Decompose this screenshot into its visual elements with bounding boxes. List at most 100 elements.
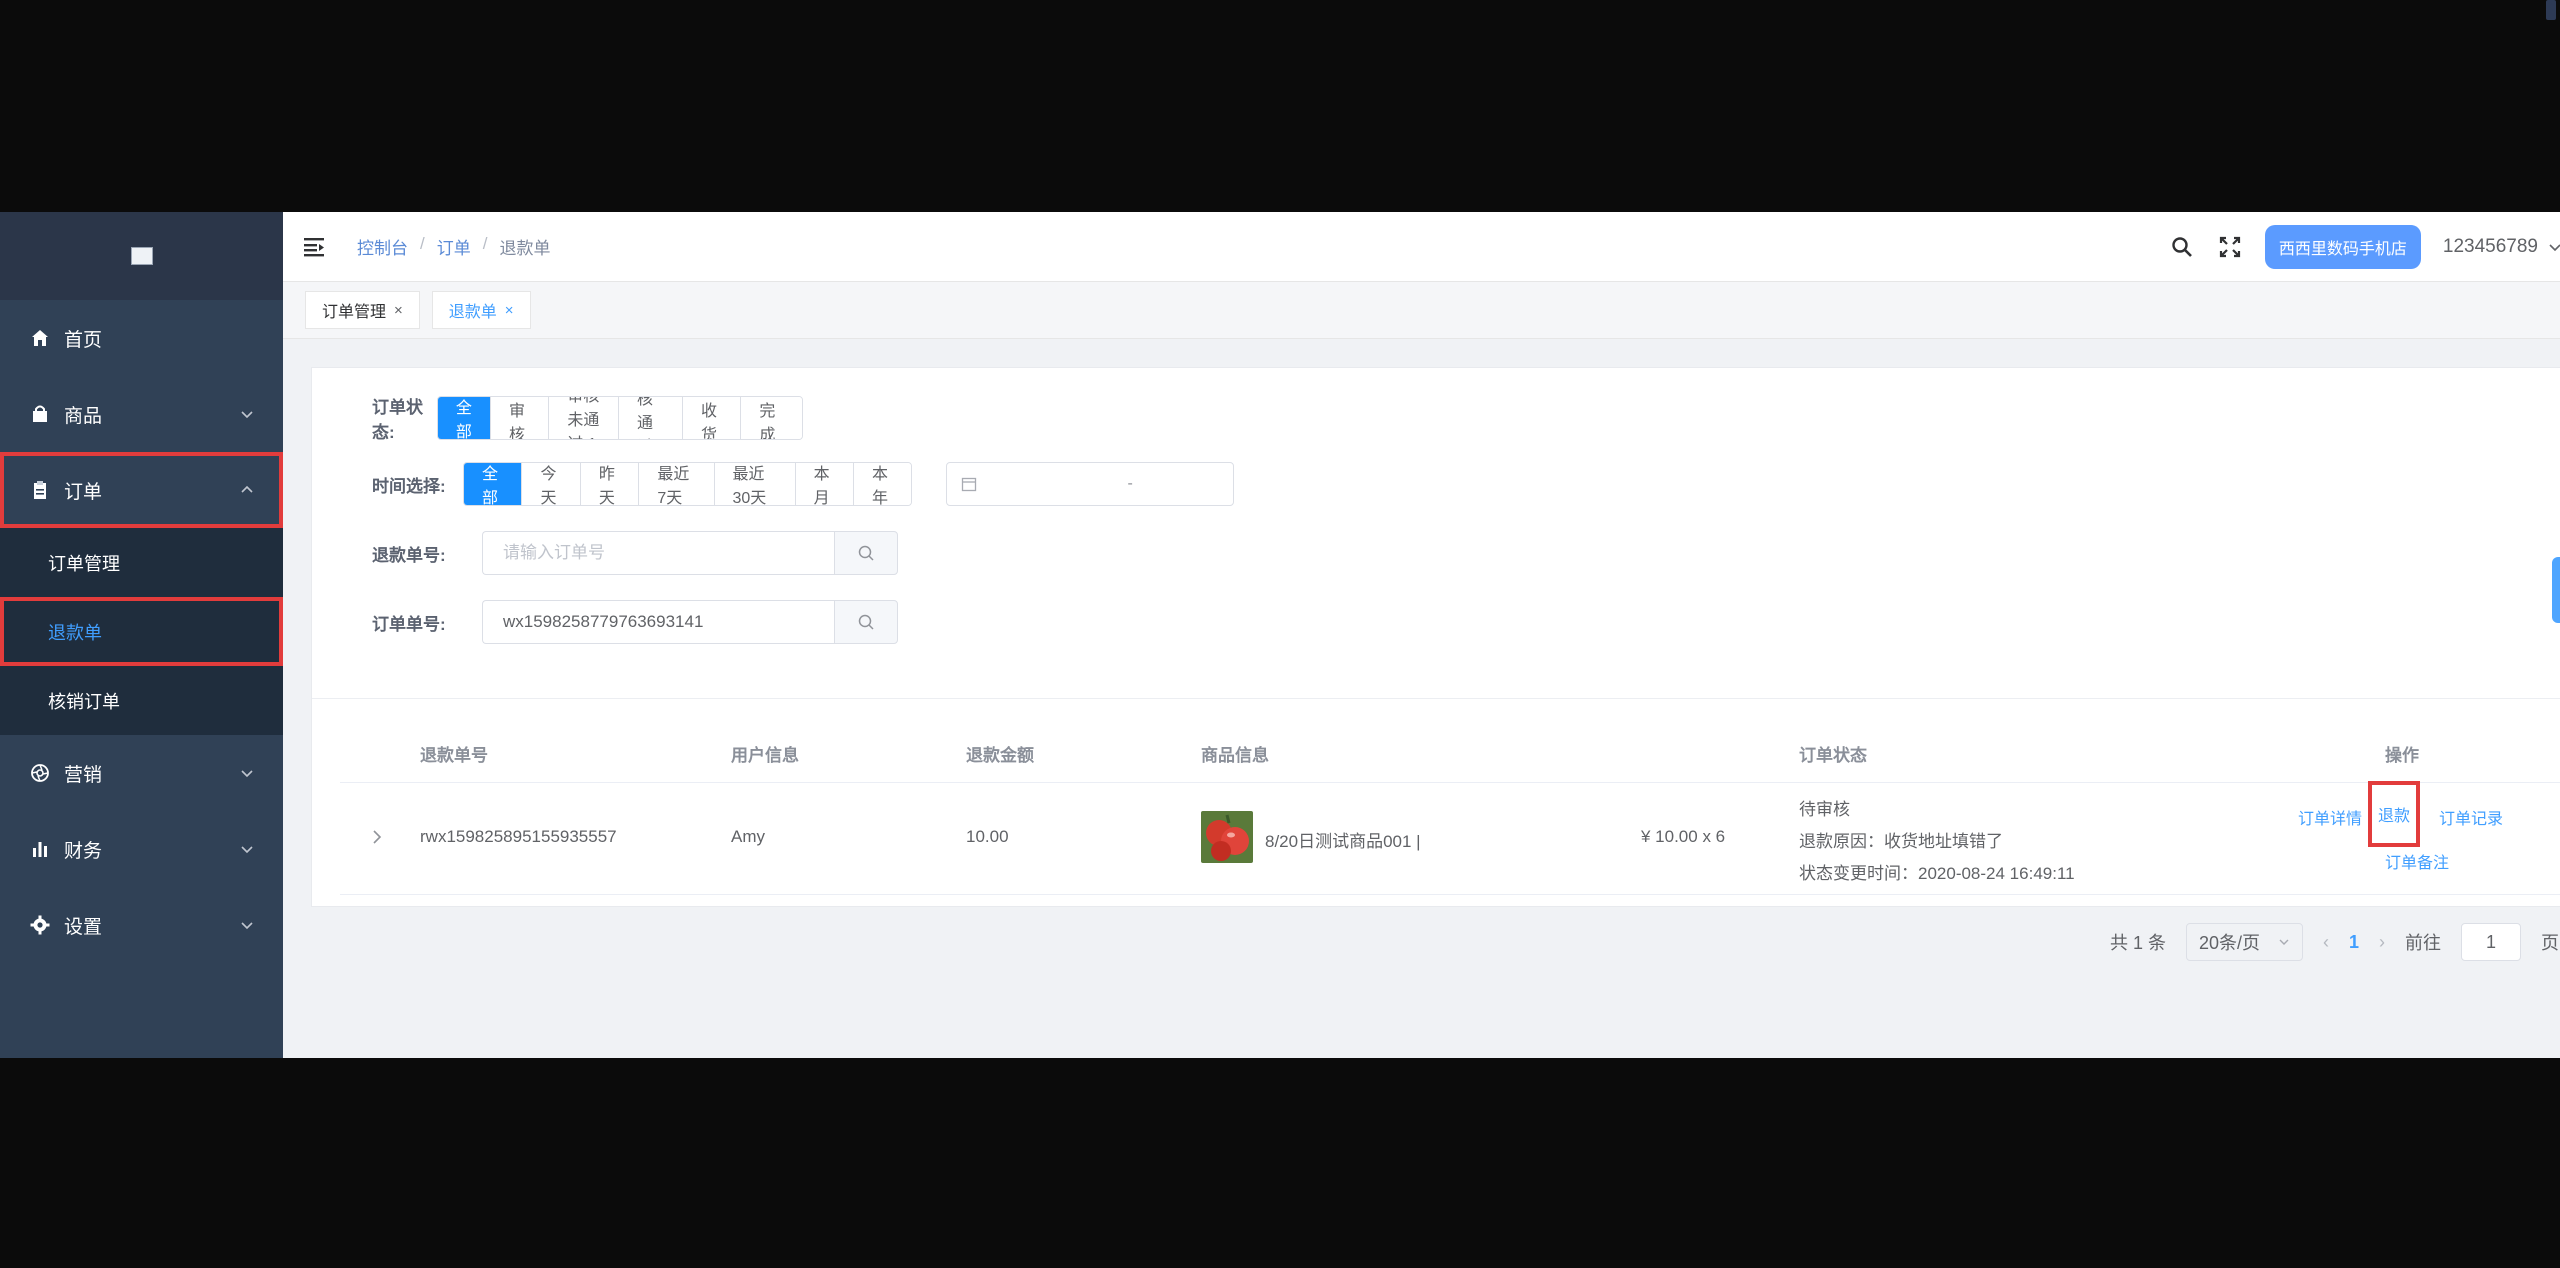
clipboard-icon xyxy=(28,480,52,500)
order-no-row: 订单单号: xyxy=(372,600,898,644)
sidebar-item-label: 财务 xyxy=(64,840,103,862)
search-icon[interactable] xyxy=(2169,234,2195,260)
close-icon[interactable]: × xyxy=(394,302,403,319)
chevron-right-icon[interactable] xyxy=(370,827,384,847)
fullscreen-icon[interactable] xyxy=(2217,234,2243,260)
time-option-30days[interactable]: 最近30天 xyxy=(714,463,796,505)
time-option-month[interactable]: 本月 xyxy=(795,463,855,505)
sidebar-subitem-refund[interactable]: 退款单 xyxy=(0,597,283,666)
page-size-select[interactable]: 20条/页 xyxy=(2185,923,2303,961)
order-no-search xyxy=(482,600,898,644)
refund-no-cell: rwx159825895155935557 xyxy=(420,827,617,846)
product-price-cell: ¥ 10.00 x 6 xyxy=(1641,827,1726,846)
gear-icon xyxy=(28,915,52,935)
order-no-input[interactable] xyxy=(482,600,834,644)
refund-no-input[interactable] xyxy=(482,531,834,575)
sidebar-subitem-writeoff[interactable]: 核销订单 xyxy=(0,666,283,735)
refund-no-row: 退款单号: xyxy=(372,531,898,575)
calendar-icon xyxy=(962,477,977,492)
breadcrumb-separator: / xyxy=(482,234,488,253)
status-option-approved[interactable]: 审核通过 2 xyxy=(618,397,683,439)
refund-no-search xyxy=(482,531,898,575)
page-size-value: 20条/页 xyxy=(2198,933,2260,953)
status-option-rejected[interactable]: 审核未通过 1 xyxy=(549,397,619,439)
status-option-completed[interactable]: 已完成 21 xyxy=(741,397,802,439)
side-drawer-handle[interactable] xyxy=(2552,557,2560,623)
breadcrumb-separator: / xyxy=(420,234,425,253)
menu-fold-icon[interactable] xyxy=(303,236,327,258)
sidebar-item-label: 营销 xyxy=(64,764,103,786)
divider xyxy=(312,698,2560,699)
page-suffix: 页 xyxy=(2541,933,2559,953)
search-button[interactable] xyxy=(834,531,898,575)
user-menu[interactable]: 123456789 xyxy=(2443,236,2560,258)
user-name: 123456789 xyxy=(2442,236,2538,257)
refund-action-link[interactable]: 退款 xyxy=(2367,781,2421,847)
order-note-link[interactable]: 订单备注 xyxy=(2385,849,2449,873)
goto-page-input[interactable] xyxy=(2461,923,2521,961)
sidebar-item-marketing[interactable]: 营销 xyxy=(0,735,283,811)
order-detail-link[interactable]: 订单详情 xyxy=(2298,805,2362,829)
order-record-link[interactable]: 订单记录 xyxy=(2439,805,2503,829)
page-number-current[interactable]: 1 xyxy=(2349,932,2359,953)
order-submenu: 订单管理 退款单 核销订单 xyxy=(0,528,283,735)
bag-icon xyxy=(28,404,52,424)
sidebar-item-label: 商品 xyxy=(64,405,103,427)
overlay-corner-icon xyxy=(2546,0,2556,20)
chevron-down-icon xyxy=(241,770,253,778)
time-option-all[interactable]: 全部 xyxy=(464,463,523,505)
sidebar-item-order[interactable]: 订单 xyxy=(0,452,283,528)
sidebar-item-settings[interactable]: 设置 xyxy=(0,887,283,963)
status-option-awaiting-receipt[interactable]: 待收货 1 xyxy=(682,397,742,439)
status-filter-group: 全部 待审核 9 审核未通过 1 审核通过 2 待收货 1 已完成 21 xyxy=(436,396,803,440)
amount-cell: 10.00 xyxy=(966,827,1009,846)
admin-app: 首页 商品 订单 订单管理 退款单 核销订单 营销 财务 设置 控制台 / 订单… xyxy=(0,212,2560,1058)
chevron-down-icon xyxy=(241,922,253,930)
time-option-year[interactable]: 本年 xyxy=(854,463,912,505)
status-change-time-text: 状态变更时间：2020-08-24 16:49:11 xyxy=(1799,864,2075,883)
sidebar-menu: 首页 商品 订单 订单管理 退款单 核销订单 营销 财务 设置 xyxy=(0,300,283,963)
status-filter-row: 订单状态: 全部 待审核 9 审核未通过 1 审核通过 2 待收货 1 已完成 … xyxy=(372,393,803,443)
logo-area xyxy=(0,212,283,300)
tag-refund[interactable]: 退款单 × xyxy=(431,291,531,329)
breadcrumb-item-refund: 退款单 xyxy=(499,239,551,258)
chevron-down-icon xyxy=(241,846,253,854)
col-actions: 操作 xyxy=(2385,746,2419,765)
col-refund-no: 退款单号 xyxy=(420,746,488,765)
refund-list-card: 订单状态: 全部 待审核 9 审核未通过 1 审核通过 2 待收货 1 已完成 … xyxy=(311,367,2560,961)
sidebar-item-goods[interactable]: 商品 xyxy=(0,376,283,452)
search-icon xyxy=(858,545,874,561)
time-filter-group: 全部 今天 昨天 最近7天 最近30天 本月 本年 xyxy=(463,462,913,506)
sidebar-item-finance[interactable]: 财务 xyxy=(0,811,283,887)
search-button[interactable] xyxy=(834,600,898,644)
user-cell: Amy xyxy=(731,827,765,846)
col-amount: 退款金额 xyxy=(966,746,1034,765)
sidebar-subitem-order-manage[interactable]: 订单管理 xyxy=(0,528,283,597)
date-range-picker[interactable]: - xyxy=(946,462,1234,506)
sidebar-item-label: 订单 xyxy=(64,481,103,503)
logo-broken-image-icon xyxy=(130,247,153,265)
status-option-all[interactable]: 全部 xyxy=(437,397,491,439)
next-page-button[interactable]: › xyxy=(2379,932,2385,953)
sidebar-item-home[interactable]: 首页 xyxy=(0,300,283,376)
breadcrumb: 控制台 / 订单 / 退款单 xyxy=(357,234,550,259)
goto-label: 前往 xyxy=(2405,933,2441,953)
order-status-text: 待审核 xyxy=(1799,800,1850,819)
col-user: 用户信息 xyxy=(731,746,799,765)
prev-page-button[interactable]: ‹ xyxy=(2323,932,2329,953)
status-option-pending[interactable]: 待审核 9 xyxy=(490,397,550,439)
tags-view: 订单管理 × 退款单 × xyxy=(283,282,2560,339)
sidebar-item-label: 首页 xyxy=(64,329,103,351)
time-option-today[interactable]: 今天 xyxy=(522,463,581,505)
refund-reason-text: 退款原因：收货地址填错了 xyxy=(1799,832,2003,851)
breadcrumb-item-order[interactable]: 订单 xyxy=(437,234,471,259)
time-option-yesterday[interactable]: 昨天 xyxy=(580,463,640,505)
product-name-cell: 8/20日测试商品001 | xyxy=(1265,832,1421,851)
close-icon[interactable]: × xyxy=(505,302,514,319)
breadcrumb-item-console[interactable]: 控制台 xyxy=(357,234,408,259)
table-header: 退款单号 用户信息 退款金额 商品信息 订单状态 操作 xyxy=(340,723,2560,783)
shop-switch-button[interactable]: 西西里数码手机店 xyxy=(2264,225,2421,269)
tag-order-manage[interactable]: 订单管理 × xyxy=(305,291,420,329)
top-header: 控制台 / 订单 / 退款单 西西里数码手机店 123456789 xyxy=(283,212,2560,282)
time-option-7days[interactable]: 最近7天 xyxy=(639,463,715,505)
